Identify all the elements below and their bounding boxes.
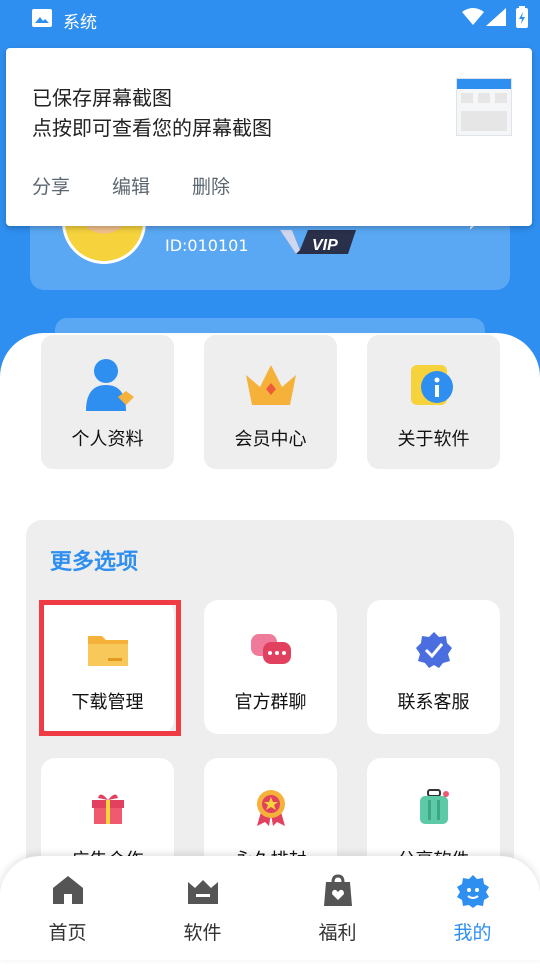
tile-about-label: 关于软件	[397, 429, 470, 450]
share-button[interactable]: 分享	[32, 172, 70, 199]
nav-mine-label: 我的	[453, 922, 492, 944]
info-icon	[410, 365, 453, 405]
verified-badge-icon	[415, 632, 452, 668]
more-options-title: 更多选项	[50, 550, 139, 575]
mine-icon	[456, 875, 489, 908]
profile-icon	[85, 359, 134, 411]
gift-bag-icon	[323, 874, 352, 906]
tile-profile-label: 个人资料	[71, 429, 144, 450]
nav-home-label: 首页	[48, 922, 87, 944]
gift-icon	[91, 794, 124, 824]
tile-membership-label: 会员中心	[234, 429, 307, 450]
medal-icon	[256, 790, 285, 826]
tile-official-group-label: 官方群聊	[234, 692, 307, 713]
wifi-icon	[462, 8, 484, 25]
user-id: ID:010101	[165, 236, 249, 255]
screenshot-thumbnail[interactable]	[456, 78, 512, 136]
nav-home[interactable]: 首页	[0, 856, 135, 960]
status-bar: 系统	[0, 0, 540, 36]
vip-badge: VIP	[280, 230, 356, 254]
gallery-icon	[32, 9, 52, 27]
tile-profile[interactable]: 个人资料	[41, 335, 174, 469]
tile-about[interactable]: 关于软件	[367, 335, 500, 469]
suitcase-icon	[419, 789, 449, 824]
software-icon	[187, 880, 218, 904]
screenshot-notification[interactable]: 已保存屏幕截图 点按即可查看您的屏幕截图 分享 编辑 删除	[6, 48, 532, 226]
crown-icon	[245, 365, 296, 405]
svg-text:VIP: VIP	[312, 237, 338, 254]
bottom-nav: 首页 软件 福利 我的	[0, 856, 540, 960]
home-icon	[52, 876, 83, 904]
nav-welfare-label: 福利	[318, 922, 357, 944]
edit-button[interactable]: 编辑	[112, 172, 150, 199]
notification-title: 已保存屏幕截图	[32, 86, 172, 110]
nav-welfare[interactable]: 福利	[270, 856, 405, 960]
tile-official-group[interactable]: 官方群聊	[204, 600, 337, 734]
nav-mine[interactable]: 我的	[405, 856, 540, 960]
delete-button[interactable]: 删除	[192, 172, 230, 199]
chat-bubbles-icon	[250, 634, 291, 664]
highlight-box	[39, 600, 181, 736]
status-app-name: 系统	[63, 13, 97, 33]
notification-subtitle: 点按即可查看您的屏幕截图	[32, 116, 272, 140]
signal-icon	[486, 8, 506, 26]
tile-membership[interactable]: 会员中心	[204, 335, 337, 469]
tile-support[interactable]: 联系客服	[367, 600, 500, 734]
nav-software-label: 软件	[183, 922, 222, 944]
nav-software[interactable]: 软件	[135, 856, 270, 960]
tile-support-label: 联系客服	[397, 692, 470, 713]
battery-icon	[516, 6, 528, 28]
